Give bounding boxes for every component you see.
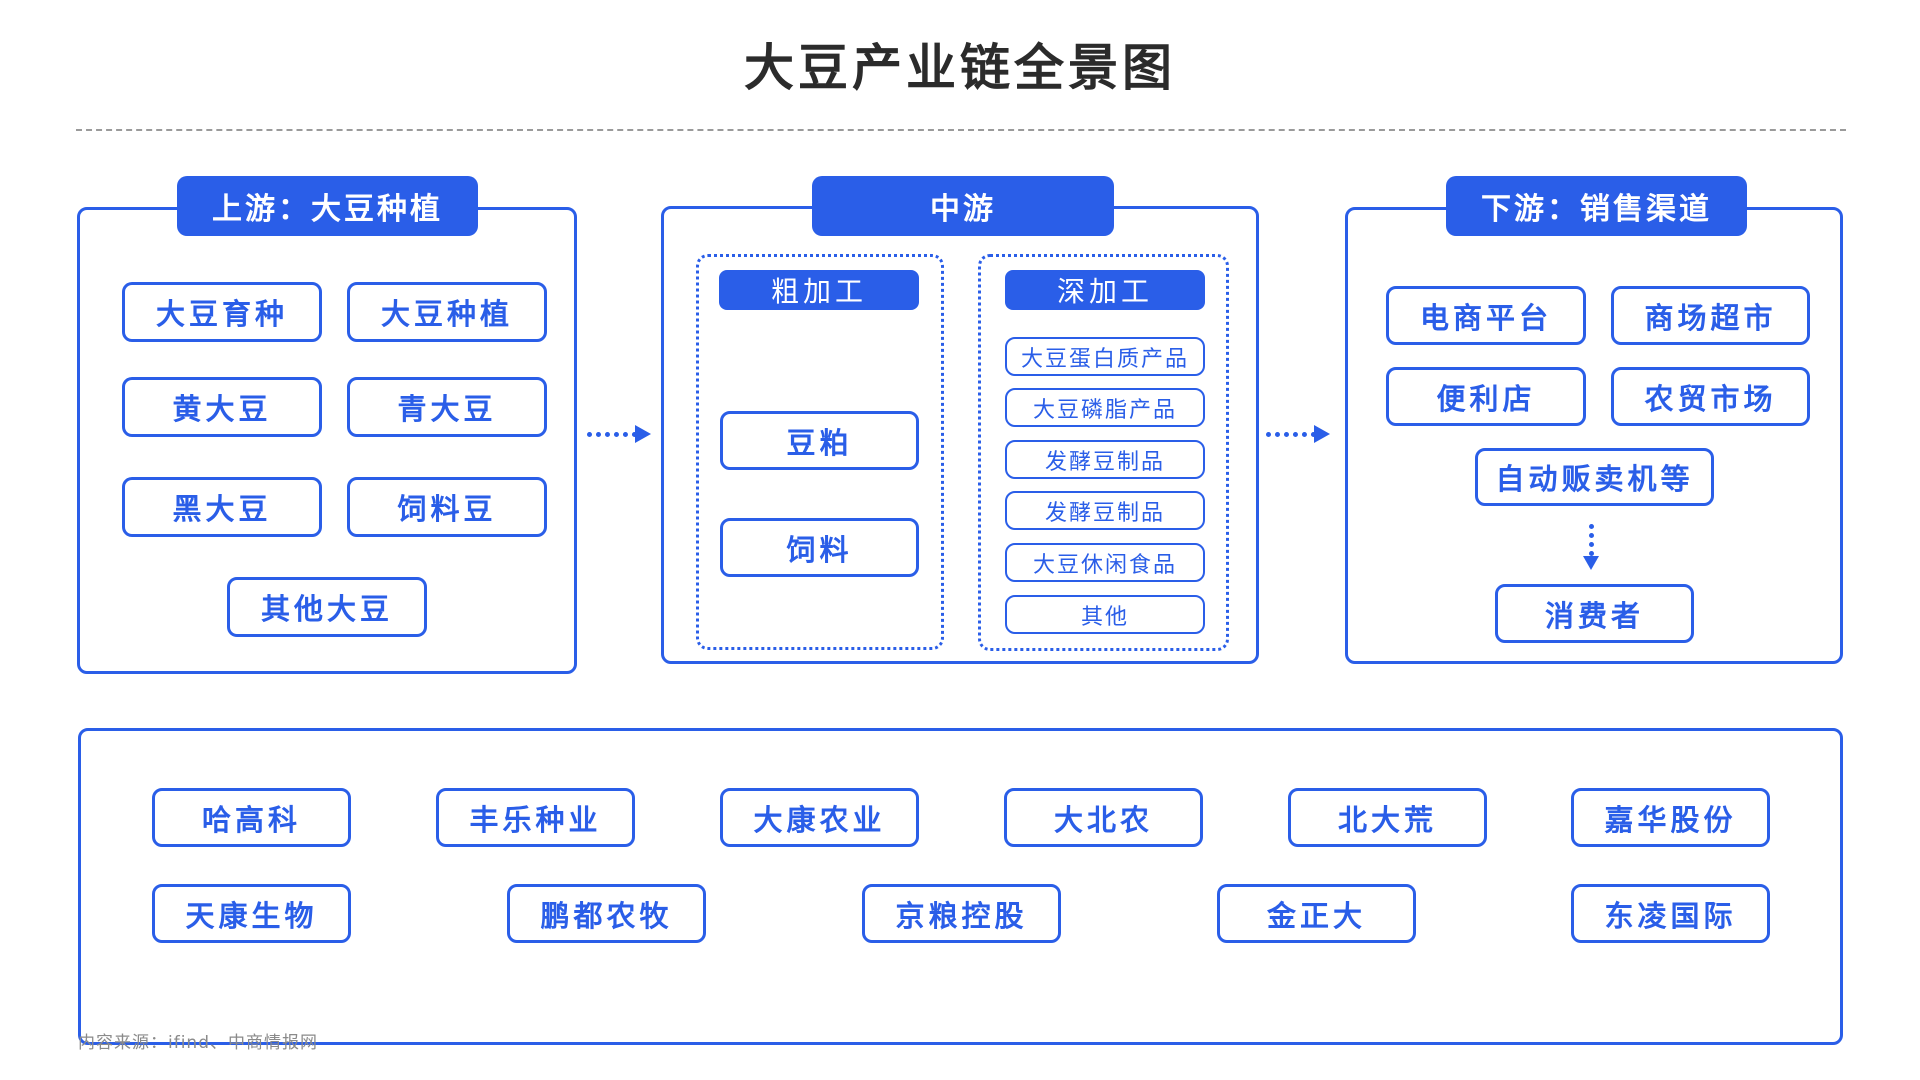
rough-item: 豆粕 xyxy=(720,411,919,470)
downstream-header: 下游：销售渠道 xyxy=(1446,176,1747,236)
company-item: 天康生物 xyxy=(152,884,351,943)
company-item: 东凌国际 xyxy=(1571,884,1770,943)
downstream-item: 商场超市 xyxy=(1611,286,1810,345)
upstream-item: 饲料豆 xyxy=(347,477,547,537)
page-title: 大豆产业链全景图 xyxy=(744,39,1176,97)
source-note: 内容来源：ifind、中商情报网 xyxy=(78,1033,318,1053)
upstream-item: 大豆种植 xyxy=(347,282,547,342)
deep-item: 大豆磷脂产品 xyxy=(1005,388,1205,427)
company-item: 哈高科 xyxy=(152,788,351,847)
company-item: 大康农业 xyxy=(720,788,919,847)
title-divider xyxy=(76,129,1846,131)
midstream-header: 中游 xyxy=(812,176,1114,236)
downstream-item: 便利店 xyxy=(1386,367,1586,426)
company-item: 北大荒 xyxy=(1288,788,1487,847)
deep-processing-header: 深加工 xyxy=(1005,270,1205,310)
upstream-header: 上游：大豆种植 xyxy=(177,176,478,236)
consumer-box: 消费者 xyxy=(1495,584,1694,643)
downstream-item: 电商平台 xyxy=(1386,286,1586,345)
flow-arrow-right-icon xyxy=(587,425,651,443)
flow-arrow-right-icon xyxy=(1266,425,1330,443)
upstream-item: 黄大豆 xyxy=(122,377,322,437)
deep-item: 大豆休闲食品 xyxy=(1005,543,1205,582)
company-item: 丰乐种业 xyxy=(436,788,635,847)
deep-item: 其他 xyxy=(1005,595,1205,634)
upstream-item: 黑大豆 xyxy=(122,477,322,537)
company-item: 嘉华股份 xyxy=(1571,788,1770,847)
company-item: 大北农 xyxy=(1004,788,1203,847)
rough-item: 饲料 xyxy=(720,518,919,577)
deep-item: 大豆蛋白质产品 xyxy=(1005,337,1205,376)
deep-item: 发酵豆制品 xyxy=(1005,491,1205,530)
company-item: 鹏都农牧 xyxy=(507,884,706,943)
company-item: 金正大 xyxy=(1217,884,1416,943)
downstream-item: 自动贩卖机等 xyxy=(1475,448,1714,506)
upstream-item: 青大豆 xyxy=(347,377,547,437)
downstream-item: 农贸市场 xyxy=(1611,367,1810,426)
company-item: 京粮控股 xyxy=(862,884,1061,943)
deep-item: 发酵豆制品 xyxy=(1005,440,1205,479)
rough-processing-header: 粗加工 xyxy=(719,270,919,310)
upstream-item: 其他大豆 xyxy=(227,577,427,637)
upstream-item: 大豆育种 xyxy=(122,282,322,342)
flow-arrow-down-icon xyxy=(1583,524,1599,570)
